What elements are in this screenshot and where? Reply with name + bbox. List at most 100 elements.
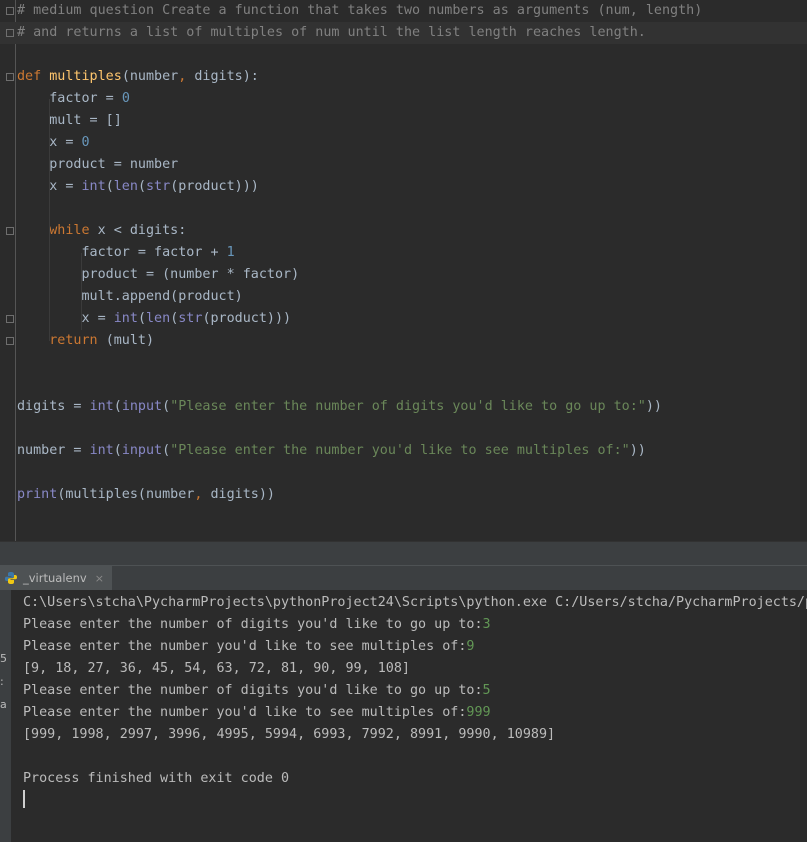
- code-line[interactable]: x = 0: [17, 132, 90, 154]
- code-token: # and returns a list of multiples of num…: [17, 25, 646, 40]
- code-token: )): [645, 399, 662, 414]
- code-line[interactable]: number = int(input("Please enter the num…: [17, 440, 646, 462]
- code-token: (: [162, 399, 171, 414]
- code-token: mult = []: [17, 113, 122, 128]
- fold-marker-icon[interactable]: [6, 337, 14, 345]
- run-tab-label: _virtualenv: [23, 571, 87, 585]
- code-line[interactable]: mult.append(product): [17, 286, 243, 308]
- fold-marker-icon[interactable]: [6, 315, 14, 323]
- console-text: [9, 18, 27, 36, 45, 54, 63, 72, 81, 90, …: [23, 661, 410, 676]
- code-token: digits):: [194, 69, 259, 84]
- code-editor[interactable]: # medium question Create a function that…: [0, 0, 807, 541]
- code-token: 0: [81, 135, 90, 150]
- code-token: len: [113, 179, 138, 194]
- fold-marker-icon[interactable]: [6, 73, 14, 81]
- code-token: return: [17, 333, 106, 348]
- console-line: Please enter the number you'd like to se…: [23, 702, 491, 724]
- console-text: Please enter the number you'd like to se…: [23, 705, 467, 720]
- code-token: int: [81, 179, 106, 194]
- run-tab[interactable]: _virtualenv ×: [0, 566, 112, 592]
- close-icon[interactable]: ×: [95, 572, 104, 585]
- console-line: [999, 1998, 2997, 3996, 4995, 5994, 6993…: [23, 724, 555, 746]
- code-token: )): [629, 443, 646, 458]
- code-token: int: [113, 311, 138, 326]
- code-token: "Please enter the number you'd like to s…: [170, 443, 630, 458]
- code-line[interactable]: product = (number * factor): [17, 264, 299, 286]
- code-line[interactable]: factor = 0: [17, 88, 130, 110]
- code-token: input: [121, 399, 163, 414]
- code-line[interactable]: x = int(len(str(product))): [17, 176, 259, 198]
- code-token: x < digits:: [97, 223, 187, 238]
- console-user-input: 999: [466, 705, 491, 720]
- code-token: number =: [17, 443, 90, 458]
- console-text: Please enter the number you'd like to se…: [23, 639, 467, 654]
- code-line[interactable]: mult = []: [17, 110, 122, 132]
- code-token: (: [162, 443, 171, 458]
- python-icon: [4, 571, 18, 585]
- run-tool-window-tabbar: _virtualenv ×: [0, 565, 807, 592]
- code-token: str: [178, 311, 203, 326]
- code-token: ,: [194, 487, 211, 502]
- code-token: (: [113, 443, 122, 458]
- code-token: (: [137, 179, 146, 194]
- code-line[interactable]: return (mult): [17, 330, 154, 352]
- fold-marker-icon[interactable]: [6, 29, 14, 37]
- code-line[interactable]: while x < digits:: [17, 220, 186, 242]
- code-line[interactable]: product = number: [17, 154, 178, 176]
- code-line[interactable]: # medium question Create a function that…: [17, 0, 702, 22]
- code-token: def: [17, 69, 50, 84]
- console-line: [9, 18, 27, 36, 45, 54, 63, 72, 81, 90, …: [23, 658, 410, 680]
- code-token: x =: [17, 311, 114, 326]
- code-token: print: [17, 487, 58, 502]
- code-line[interactable]: # and returns a list of multiples of num…: [0, 22, 807, 44]
- side-toolbar-mark[interactable]: a: [0, 698, 7, 711]
- gutter-separator: [15, 0, 16, 541]
- code-line[interactable]: print(multiples(number, digits)): [17, 484, 275, 506]
- console-text: C:\Users\stcha\PycharmProjects\pythonPro…: [23, 595, 807, 610]
- code-token: multiples: [49, 69, 122, 84]
- panel-divider[interactable]: [0, 541, 807, 566]
- code-line[interactable]: x = int(len(str(product))): [17, 308, 291, 330]
- code-token: input: [121, 443, 163, 458]
- console-line: Please enter the number of digits you'd …: [23, 614, 491, 636]
- console-user-input: 5: [482, 683, 491, 698]
- console-line: Please enter the number of digits you'd …: [23, 680, 491, 702]
- code-token: factor =: [17, 91, 122, 106]
- indent-guide: [49, 99, 50, 341]
- code-token: ,: [178, 69, 195, 84]
- console-side-toolbar: 5 : a: [0, 590, 11, 842]
- side-toolbar-mark[interactable]: 5: [0, 652, 7, 665]
- console-text: Please enter the number of digits you'd …: [23, 683, 483, 698]
- console-line: C:\Users\stcha\PycharmProjects\pythonPro…: [23, 592, 807, 614]
- code-token: (product))): [202, 311, 292, 326]
- code-token: (number: [121, 69, 179, 84]
- console-line: Process finished with exit code 0: [23, 768, 289, 790]
- code-token: product = number: [17, 157, 179, 172]
- code-line[interactable]: def multiples(number, digits):: [17, 66, 259, 88]
- indent-guide: [81, 253, 82, 330]
- code-token: digits =: [17, 399, 90, 414]
- console-text: [999, 1998, 2997, 3996, 4995, 5994, 6993…: [23, 727, 556, 742]
- code-token: len: [146, 311, 171, 326]
- console-text: Process finished with exit code 0: [23, 771, 290, 786]
- code-token: digits)): [210, 487, 276, 502]
- code-token: (: [105, 179, 114, 194]
- code-token: (product))): [170, 179, 259, 194]
- code-token: str: [146, 179, 171, 194]
- side-toolbar-mark[interactable]: :: [0, 675, 6, 688]
- code-token: (mult): [105, 333, 155, 348]
- text-caret: [23, 790, 25, 808]
- run-console[interactable]: 5 : a C:\Users\stcha\PycharmProjects\pyt…: [0, 590, 807, 842]
- code-line[interactable]: digits = int(input("Please enter the num…: [17, 396, 662, 418]
- fold-marker-icon[interactable]: [6, 227, 14, 235]
- code-token: int: [89, 399, 114, 414]
- code-token: int: [89, 443, 114, 458]
- code-token: (: [113, 399, 122, 414]
- console-line: Please enter the number you'd like to se…: [23, 636, 474, 658]
- console-user-input: 9: [466, 639, 475, 654]
- console-text: Please enter the number of digits you'd …: [23, 617, 483, 632]
- fold-marker-icon[interactable]: [6, 7, 14, 15]
- code-token: mult.append(product): [17, 289, 243, 304]
- console-user-input: 3: [482, 617, 491, 632]
- code-token: 0: [121, 91, 130, 106]
